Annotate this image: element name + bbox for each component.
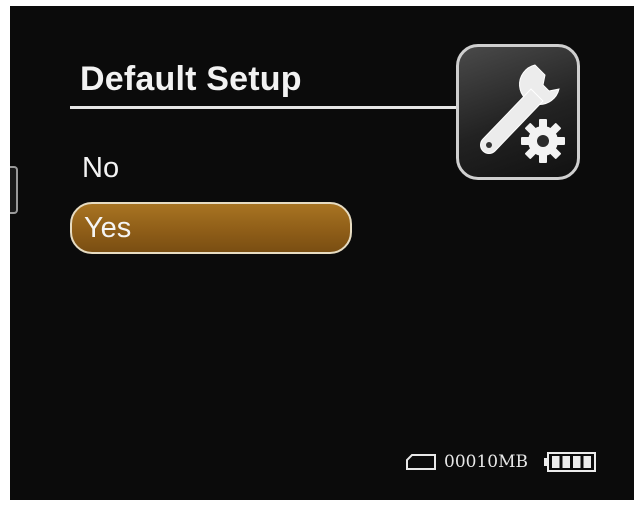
status-bar: 00010MB bbox=[406, 450, 596, 474]
menu-item-no[interactable]: No bbox=[70, 142, 352, 194]
menu-item-label: No bbox=[82, 152, 120, 184]
menu-item-yes[interactable]: Yes bbox=[70, 202, 352, 254]
battery-bar bbox=[562, 456, 570, 468]
menu-item-label: Yes bbox=[84, 212, 132, 244]
battery-bar bbox=[583, 456, 591, 468]
title-divider bbox=[70, 106, 462, 109]
camera-screen: Default Setup No Yes 00010MB bbox=[10, 6, 634, 500]
battery-bar bbox=[552, 456, 560, 468]
battery-bar bbox=[573, 456, 581, 468]
page-title: Default Setup bbox=[80, 60, 302, 98]
wrench-gear-settings-icon bbox=[456, 44, 580, 180]
sd-card-icon bbox=[406, 454, 437, 470]
left-edge-tab bbox=[10, 166, 18, 214]
storage-remaining: 00010MB bbox=[444, 452, 528, 472]
battery-icon bbox=[544, 452, 596, 472]
